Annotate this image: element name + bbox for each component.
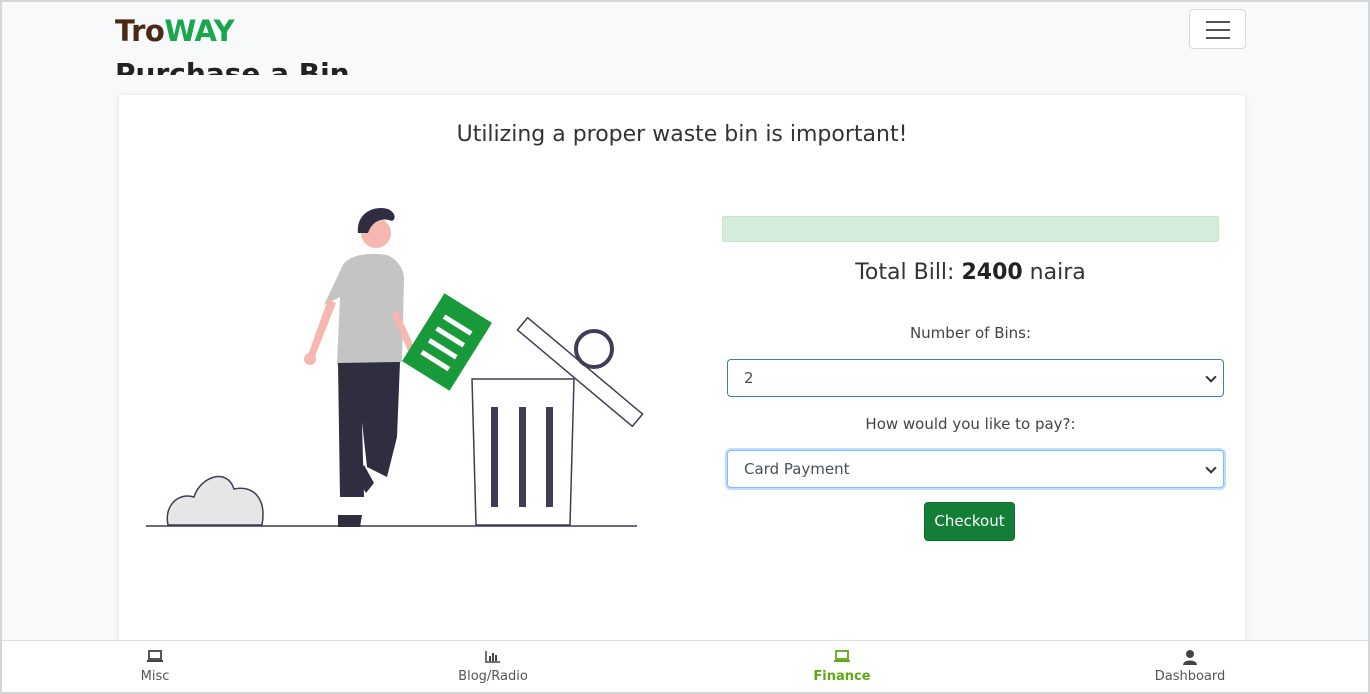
success-alert	[722, 216, 1219, 242]
brand-part1: Tro	[115, 14, 165, 48]
laptop-icon	[147, 650, 163, 662]
nav-item-blog-radio[interactable]: Blog/Radio	[393, 641, 593, 693]
bins-select-value: 2	[744, 369, 754, 387]
hamburger-line	[1206, 37, 1230, 39]
checkout-button[interactable]: Checkout	[924, 502, 1015, 541]
nav-label-finance: Finance	[813, 669, 871, 684]
total-prefix: Total Bill:	[855, 260, 962, 285]
total-bill: Total Bill: 2400 naira	[722, 260, 1219, 285]
payment-method-select[interactable]: Card Payment	[727, 450, 1224, 488]
nav-label-misc: Misc	[140, 669, 170, 684]
brand-logo[interactable]: TroWAY	[115, 14, 235, 48]
nav-item-finance[interactable]: Finance	[742, 641, 942, 693]
laptop-icon	[834, 650, 850, 662]
chevron-down-icon	[1205, 371, 1217, 383]
nav-item-dashboard[interactable]: Dashboard	[1090, 641, 1290, 693]
waste-bin-illustration	[146, 208, 644, 527]
page-title: Purchase a Bin	[115, 57, 350, 75]
nav-label-dashboard: Dashboard	[1154, 669, 1226, 684]
total-suffix: naira	[1022, 260, 1086, 285]
bins-select[interactable]: 2	[727, 359, 1224, 397]
nav-label-blog-radio: Blog/Radio	[458, 669, 528, 684]
pay-label: How would you like to pay?:	[865, 415, 1076, 433]
page-title-clipped: Purchase a Bin	[115, 47, 515, 75]
bottom-navigation: Misc Blog/Radio Finance Dashboard	[2, 640, 1368, 692]
bins-label: Number of Bins:	[909, 324, 1032, 342]
user-icon	[1183, 650, 1197, 665]
card-tagline: Utilizing a proper waste bin is importan…	[456, 122, 908, 147]
brand-part2: WAY	[164, 14, 235, 48]
nav-item-misc[interactable]: Misc	[55, 641, 255, 693]
payment-select-value: Card Payment	[744, 460, 850, 478]
chevron-down-icon	[1205, 462, 1217, 474]
total-amount: 2400	[961, 260, 1023, 285]
hamburger-line	[1206, 29, 1230, 31]
hamburger-line	[1206, 21, 1230, 23]
menu-toggle-button[interactable]	[1189, 9, 1246, 49]
chart-bar-icon	[485, 651, 500, 663]
